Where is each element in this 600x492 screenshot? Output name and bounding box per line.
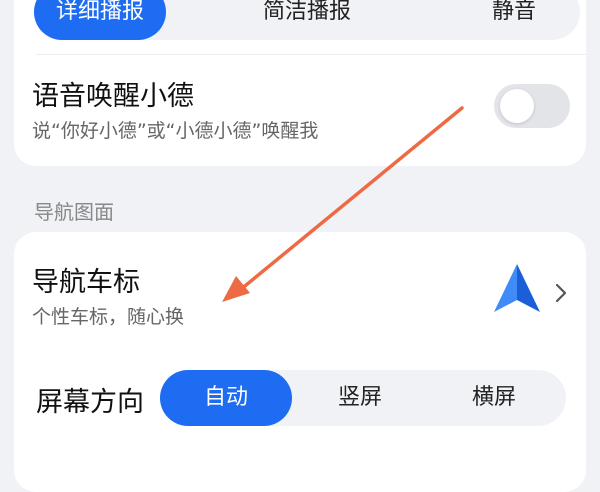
annotation-arrow (222, 106, 464, 302)
